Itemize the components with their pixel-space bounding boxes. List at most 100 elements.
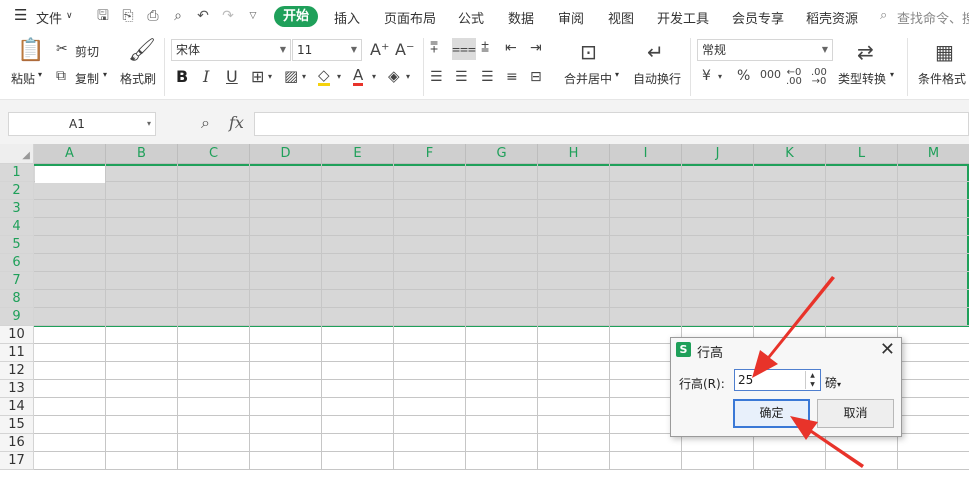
- wrap-text-button[interactable]: 自动换行: [633, 70, 681, 87]
- chevron-down-icon[interactable]: ▾: [890, 70, 894, 79]
- eraser-icon[interactable]: ◈: [388, 67, 400, 85]
- row-header-1[interactable]: 1: [0, 164, 34, 182]
- increase-font-icon[interactable]: A⁺: [370, 40, 389, 59]
- cancel-button[interactable]: 取消: [817, 399, 894, 428]
- chevron-down-icon[interactable]: ▾: [718, 72, 722, 81]
- chevron-down-icon[interactable]: ▾: [406, 72, 410, 81]
- row-header-3[interactable]: 3: [0, 200, 34, 218]
- formula-input[interactable]: [254, 112, 969, 136]
- print-icon[interactable]: ⎙: [144, 7, 162, 25]
- align-center-icon[interactable]: ☰: [455, 69, 468, 85]
- chevron-down-icon[interactable]: ▾: [615, 70, 619, 79]
- ok-button[interactable]: 确定: [733, 399, 810, 428]
- decrease-indent-icon[interactable]: ⇤: [505, 40, 517, 56]
- copy-icon[interactable]: ⧉: [56, 68, 66, 84]
- function-icon[interactable]: fx: [229, 113, 244, 132]
- export-pdf-icon[interactable]: ⎘: [119, 7, 137, 25]
- tab-docer[interactable]: 稻壳资源: [806, 8, 858, 27]
- hamburger-icon[interactable]: ☰: [14, 6, 27, 24]
- font-size-select[interactable]: 11 ▼: [292, 39, 362, 61]
- row-header-7[interactable]: 7: [0, 272, 34, 290]
- row-height-spinner[interactable]: ▲ ▼: [805, 371, 819, 389]
- currency-icon[interactable]: ¥: [702, 68, 711, 84]
- spin-up-icon[interactable]: ▲: [806, 371, 819, 380]
- thousands-icon[interactable]: 000: [760, 68, 781, 81]
- search-icon[interactable]: ⌕: [880, 8, 887, 23]
- spin-down-icon[interactable]: ▼: [806, 380, 819, 389]
- column-header-m[interactable]: M: [898, 144, 969, 164]
- active-cell[interactable]: [35, 166, 105, 183]
- column-header-e[interactable]: E: [322, 144, 394, 164]
- row-header-5[interactable]: 5: [0, 236, 34, 254]
- paste-button[interactable]: 粘贴: [11, 70, 35, 87]
- column-header-f[interactable]: F: [394, 144, 466, 164]
- tab-member[interactable]: 会员专享: [732, 8, 784, 27]
- underline-icon[interactable]: U: [226, 67, 238, 86]
- align-bottom-icon[interactable]: ⩲: [481, 40, 489, 56]
- column-header-d[interactable]: D: [250, 144, 322, 164]
- format-painter-button[interactable]: 格式刷: [120, 70, 156, 87]
- save-icon[interactable]: 🖫: [94, 7, 112, 25]
- distributed-icon[interactable]: ⊟: [530, 69, 542, 85]
- row-header-6[interactable]: 6: [0, 254, 34, 272]
- number-format-select[interactable]: 常规 ▼: [697, 39, 833, 61]
- column-header-h[interactable]: H: [538, 144, 610, 164]
- tab-formulas[interactable]: 公式: [458, 8, 484, 27]
- tab-view[interactable]: 视图: [608, 8, 634, 27]
- percent-icon[interactable]: %: [737, 68, 750, 84]
- column-header-a[interactable]: A: [34, 144, 106, 164]
- row-header-2[interactable]: 2: [0, 182, 34, 200]
- chevron-down-icon[interactable]: ▾: [268, 72, 272, 81]
- decrease-decimal-icon[interactable]: .00 →0: [811, 68, 827, 87]
- fill-color-icon[interactable]: ◇: [318, 67, 330, 86]
- column-header-l[interactable]: L: [826, 144, 898, 164]
- row-header-8[interactable]: 8: [0, 290, 34, 308]
- tab-page-layout[interactable]: 页面布局: [384, 8, 436, 27]
- row-header-13[interactable]: 13: [0, 380, 34, 398]
- chevron-down-icon[interactable]: ▾: [372, 72, 376, 81]
- column-header-c[interactable]: C: [178, 144, 250, 164]
- fill-pattern-icon[interactable]: ▨: [284, 67, 298, 85]
- more-icon[interactable]: ▽: [244, 7, 262, 25]
- format-painter-icon[interactable]: 🖌: [128, 38, 156, 63]
- zoom-icon[interactable]: ⌕: [201, 113, 210, 133]
- name-box[interactable]: A1 ▾: [8, 112, 156, 136]
- cut-button[interactable]: 剪切: [75, 43, 99, 60]
- font-name-select[interactable]: 宋体 ▼: [171, 39, 291, 61]
- row-header-11[interactable]: 11: [0, 344, 34, 362]
- chevron-down-icon[interactable]: ∨: [66, 11, 73, 21]
- row-header-12[interactable]: 12: [0, 362, 34, 380]
- redo-icon[interactable]: ↷: [219, 7, 237, 25]
- tab-review[interactable]: 审阅: [558, 8, 584, 27]
- tab-home[interactable]: 开始: [274, 6, 318, 27]
- chevron-down-icon[interactable]: ▾: [302, 72, 306, 81]
- column-header-k[interactable]: K: [754, 144, 826, 164]
- row-header-10[interactable]: 10: [0, 326, 34, 344]
- italic-icon[interactable]: I: [203, 67, 209, 86]
- wrap-text-icon[interactable]: ↵: [647, 40, 664, 64]
- file-menu[interactable]: 文件: [36, 8, 62, 27]
- search-command[interactable]: 查找命令、搜: [897, 8, 969, 27]
- close-icon[interactable]: ✕: [880, 340, 895, 360]
- column-header-i[interactable]: I: [610, 144, 682, 164]
- paste-icon[interactable]: 📋: [17, 38, 44, 63]
- chevron-down-icon[interactable]: ▾: [38, 70, 42, 79]
- column-header-j[interactable]: J: [682, 144, 754, 164]
- conditional-format-button[interactable]: 条件格式: [918, 70, 966, 87]
- unit-select[interactable]: 磅▾: [825, 374, 841, 391]
- align-right-icon[interactable]: ☰: [481, 69, 494, 85]
- type-convert-icon[interactable]: ⇄: [857, 40, 874, 64]
- align-middle-icon[interactable]: ⩶: [452, 38, 476, 60]
- merge-center-button[interactable]: 合并居中: [564, 70, 612, 87]
- font-color-icon[interactable]: A: [353, 67, 364, 86]
- merge-center-icon[interactable]: ⊡: [580, 40, 597, 64]
- row-header-16[interactable]: 16: [0, 434, 34, 452]
- tab-data[interactable]: 数据: [508, 8, 534, 27]
- justify-icon[interactable]: ≡: [506, 69, 518, 85]
- row-header-17[interactable]: 17: [0, 452, 34, 470]
- row-header-15[interactable]: 15: [0, 416, 34, 434]
- scissors-icon[interactable]: ✂: [56, 41, 68, 57]
- column-header-b[interactable]: B: [106, 144, 178, 164]
- type-convert-button[interactable]: 类型转换: [838, 70, 886, 87]
- increase-decimal-icon[interactable]: ←0.00: [786, 68, 802, 87]
